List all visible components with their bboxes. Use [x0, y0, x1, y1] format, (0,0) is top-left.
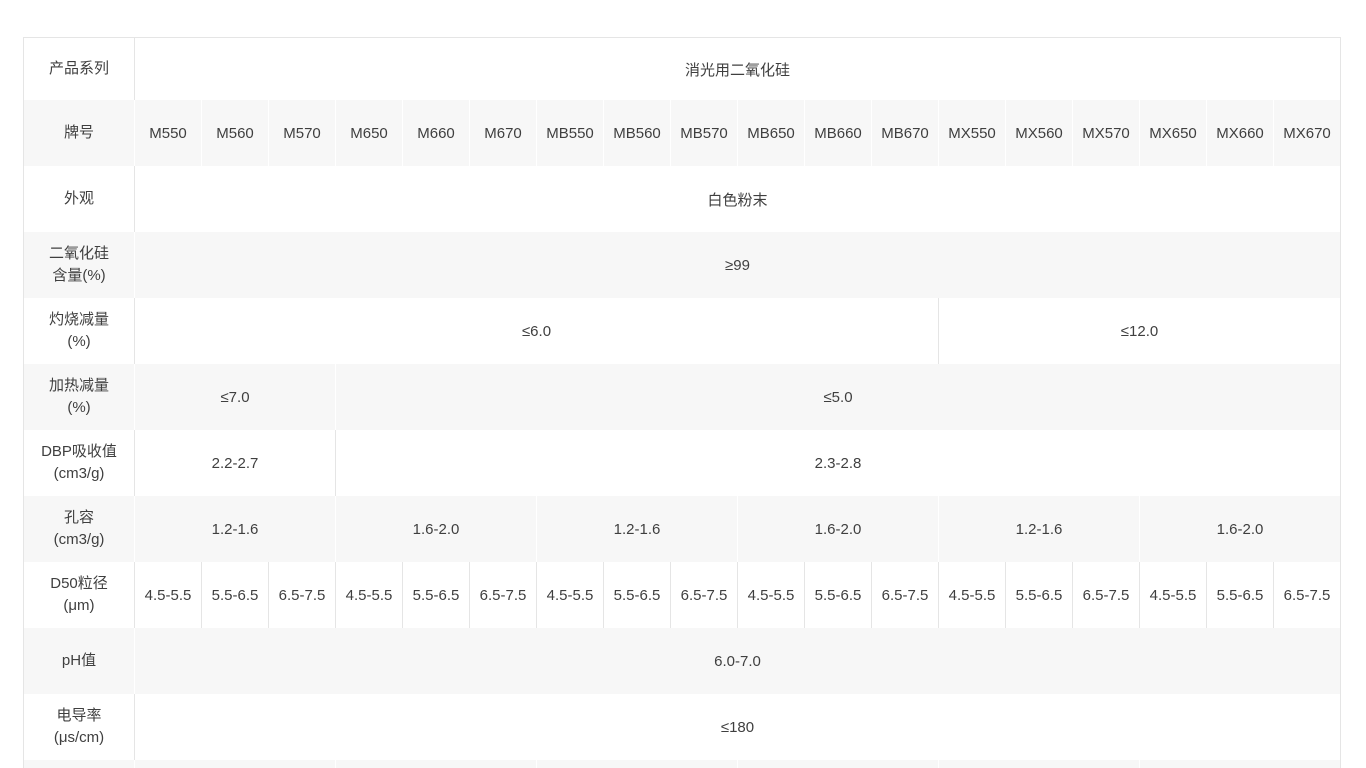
d50-cell: 4.5-5.5	[938, 562, 1005, 628]
row-label-heating-loss: 加热减量 (%)	[24, 364, 134, 430]
d50-cell: 4.5-5.5	[1139, 562, 1206, 628]
pore-volume-cell: 1.2-1.6	[938, 496, 1139, 562]
grade-cell: MX570	[1072, 100, 1139, 166]
dbp-absorption-cell: 2.3-2.8	[335, 430, 1340, 496]
d50-cell: 4.5-5.5	[335, 562, 402, 628]
clipped-cell	[536, 760, 737, 768]
dbp-absorption-cell: 2.2-2.7	[134, 430, 335, 496]
appearance-value-cell: 白色粉末	[134, 166, 1340, 232]
table-row-ignition-loss: 灼烧减量 (%) ≤6.0 ≤12.0	[24, 298, 1340, 364]
product-spec-page: 产品系列 消光用二氧化硅 牌号 M550 M560 M570 M650 M660…	[0, 37, 1366, 768]
table-row-grade: 牌号 M550 M560 M570 M650 M660 M670 MB550 M…	[24, 100, 1340, 166]
row-label-sio2-content: 二氧化硅 含量(%)	[24, 232, 134, 298]
heating-loss-cell: ≤7.0	[134, 364, 335, 430]
sio2-content-value-cell: ≥99	[134, 232, 1340, 298]
row-label-conductivity: 电导率 (μs/cm)	[24, 694, 134, 760]
d50-cell: 4.5-5.5	[737, 562, 804, 628]
grade-cell: MB560	[603, 100, 670, 166]
ignition-loss-cell: ≤6.0	[134, 298, 938, 364]
d50-cell: 5.5-6.5	[402, 562, 469, 628]
row-label-ignition-loss: 灼烧减量 (%)	[24, 298, 134, 364]
table-row-heating-loss: 加热减量 (%) ≤7.0 ≤5.0	[24, 364, 1340, 430]
row-label-appearance: 外观	[24, 166, 134, 232]
series-value-cell: 消光用二氧化硅	[134, 38, 1340, 100]
row-label-pore-volume: 孔容 (cm3/g)	[24, 496, 134, 562]
pore-volume-cell: 1.6-2.0	[737, 496, 938, 562]
grade-cell: MB570	[670, 100, 737, 166]
d50-cell: 5.5-6.5	[1005, 562, 1072, 628]
d50-cell: 6.5-7.5	[1072, 562, 1139, 628]
row-label-dbp-absorption: DBP吸收值 (cm3/g)	[24, 430, 134, 496]
d50-cell: 4.5-5.5	[536, 562, 603, 628]
d50-cell: 6.5-7.5	[268, 562, 335, 628]
row-label-grade: 牌号	[24, 100, 134, 166]
product-spec-table: 产品系列 消光用二氧化硅 牌号 M550 M560 M570 M650 M660…	[23, 37, 1341, 768]
clipped-cell	[1139, 760, 1340, 768]
row-label-clipped	[24, 760, 134, 768]
table-row-ph: pH值 6.0-7.0	[24, 628, 1340, 694]
row-label-ph: pH值	[24, 628, 134, 694]
table-row-dbp-absorption: DBP吸收值 (cm3/g) 2.2-2.7 2.3-2.8	[24, 430, 1340, 496]
grade-cell: MX560	[1005, 100, 1072, 166]
d50-cell: 5.5-6.5	[1206, 562, 1273, 628]
table-row-pore-volume: 孔容 (cm3/g) 1.2-1.6 1.6-2.0 1.2-1.6 1.6-2…	[24, 496, 1340, 562]
grade-cell: MX670	[1273, 100, 1340, 166]
grade-cell: MB660	[804, 100, 871, 166]
grade-cell: MX550	[938, 100, 1005, 166]
ph-value-cell: 6.0-7.0	[134, 628, 1340, 694]
d50-cell: 4.5-5.5	[134, 562, 201, 628]
row-label-series: 产品系列	[24, 38, 134, 100]
d50-cell: 5.5-6.5	[603, 562, 670, 628]
table-row-conductivity: 电导率 (μs/cm) ≤180	[24, 694, 1340, 760]
ignition-loss-cell: ≤12.0	[938, 298, 1340, 364]
clipped-cell	[938, 760, 1139, 768]
d50-cell: 5.5-6.5	[201, 562, 268, 628]
pore-volume-cell: 1.6-2.0	[1139, 496, 1340, 562]
grade-cell: MX650	[1139, 100, 1206, 166]
table-row-d50-particle-size: D50粒径 (μm) 4.5-5.5 5.5-6.5 6.5-7.5 4.5-5…	[24, 562, 1340, 628]
d50-cell: 6.5-7.5	[670, 562, 737, 628]
pore-volume-cell: 1.2-1.6	[536, 496, 737, 562]
d50-cell: 6.5-7.5	[469, 562, 536, 628]
table-row-sio2-content: 二氧化硅 含量(%) ≥99	[24, 232, 1340, 298]
clipped-cell	[134, 760, 335, 768]
grade-cell: M650	[335, 100, 402, 166]
grade-cell: MB670	[871, 100, 938, 166]
table-row-series: 产品系列 消光用二氧化硅	[24, 38, 1340, 100]
grade-cell: MX660	[1206, 100, 1273, 166]
pore-volume-cell: 1.6-2.0	[335, 496, 536, 562]
d50-cell: 6.5-7.5	[871, 562, 938, 628]
table-row-clipped	[24, 760, 1340, 768]
pore-volume-cell: 1.2-1.6	[134, 496, 335, 562]
conductivity-value-cell: ≤180	[134, 694, 1340, 760]
grade-cell: M660	[402, 100, 469, 166]
d50-cell: 6.5-7.5	[1273, 562, 1340, 628]
d50-cell: 5.5-6.5	[804, 562, 871, 628]
heating-loss-cell: ≤5.0	[335, 364, 1340, 430]
grade-cell: MB550	[536, 100, 603, 166]
clipped-cell	[335, 760, 536, 768]
grade-cell: M670	[469, 100, 536, 166]
grade-cell: M570	[268, 100, 335, 166]
grade-cell: MB650	[737, 100, 804, 166]
grade-cell: M550	[134, 100, 201, 166]
clipped-cell	[737, 760, 938, 768]
grade-cell: M560	[201, 100, 268, 166]
row-label-d50-particle-size: D50粒径 (μm)	[24, 562, 134, 628]
table-row-appearance: 外观 白色粉末	[24, 166, 1340, 232]
